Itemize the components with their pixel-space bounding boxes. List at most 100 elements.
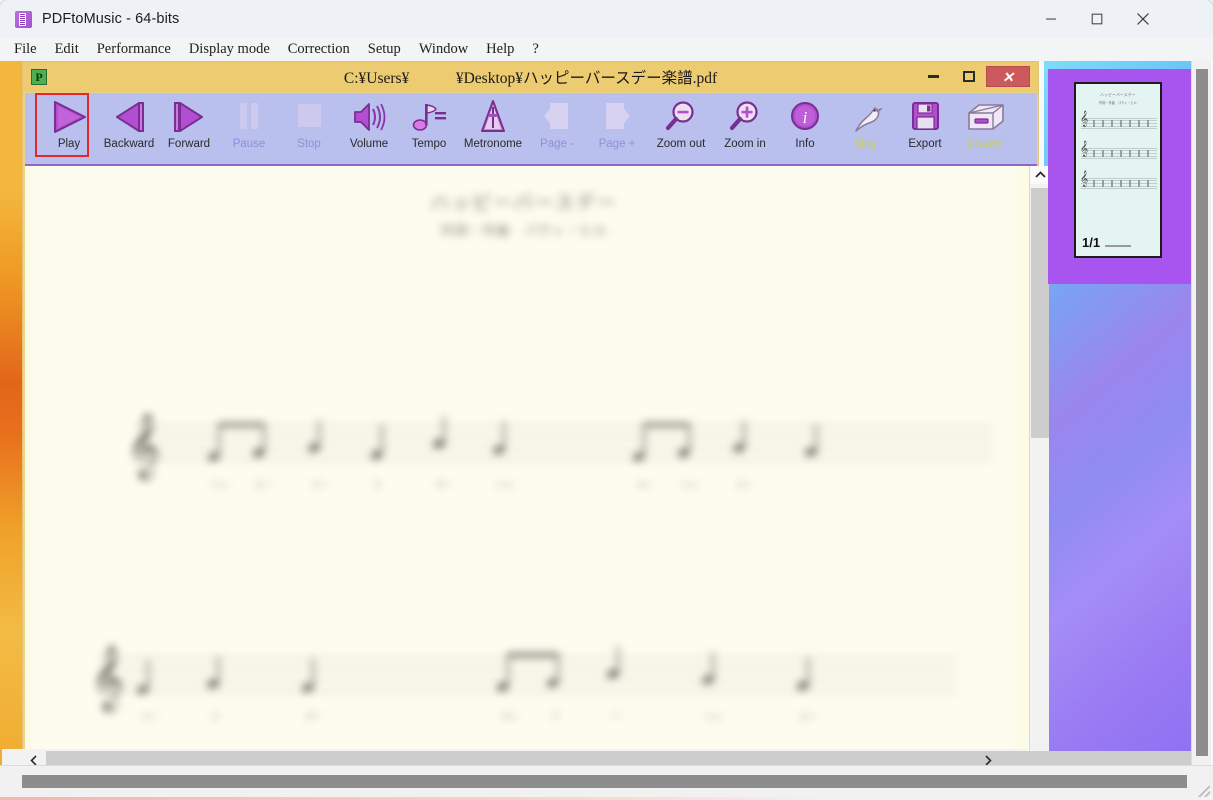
toolbar-label-page-next: Page + xyxy=(598,138,636,150)
menu-file[interactable]: File xyxy=(5,38,46,61)
toolbar-button-page-prev[interactable]: Page - xyxy=(527,95,587,163)
page-prev-icon xyxy=(527,95,587,139)
score-title: ハッピーバースデー xyxy=(430,193,618,214)
app-bottom-scrollbar[interactable] xyxy=(0,765,1213,800)
pdftomusic-main-window: PDFtoMusic - 64-bits File Edit Performan… xyxy=(0,0,1213,790)
zoom-out-icon xyxy=(647,95,715,139)
toolbar-label-sing: Sing xyxy=(853,138,877,150)
score-page: ハッピーバースデー 作詞・作曲 パティ・ヒル 𝄞 ハッ ピー バー ス デー ト… xyxy=(33,166,1015,774)
toolbar-button-drawer[interactable]: Drawer xyxy=(955,95,1015,163)
sing-bird-icon xyxy=(835,95,895,139)
toolbar-button-sing[interactable]: Sing xyxy=(835,95,895,163)
info-icon: i xyxy=(775,95,835,139)
window-minimize-button[interactable] xyxy=(1028,0,1074,38)
toolbar-label-backward: Backward xyxy=(103,138,155,150)
toolbar-label-forward: Forward xyxy=(167,138,211,150)
document-titlebar: P C:¥Users¥ ¥Desktop¥ハッピーバースデー楽譜.pdf ✕ xyxy=(23,62,1038,92)
close-icon: ✕ xyxy=(1002,68,1014,85)
thumbnail-subtitle: 作詞・作曲 パティ・ヒル xyxy=(1098,101,1138,105)
toolbar-label-play: Play xyxy=(57,138,81,150)
app-horizontal-scroll-thumb[interactable] xyxy=(22,775,1187,788)
document-maximize-button[interactable] xyxy=(956,66,982,87)
toolbar-label-zoom-out: Zoom out xyxy=(656,138,706,150)
menu-setup[interactable]: Setup xyxy=(359,38,410,61)
stop-icon xyxy=(279,95,339,139)
window-close-button[interactable] xyxy=(1120,0,1166,38)
menu-performance[interactable]: Performance xyxy=(88,38,180,61)
score-viewport[interactable]: ハッピーバースデー 作詞・作曲 パティ・ヒル 𝄞 ハッ ピー バー ス デー ト… xyxy=(25,166,1037,774)
menu-edit[interactable]: Edit xyxy=(46,38,88,61)
maximize-icon xyxy=(1091,13,1103,25)
play-icon xyxy=(39,95,99,139)
doc-icon-letter: P xyxy=(35,70,43,84)
staff-lines xyxy=(133,426,993,470)
toolbar-button-backward[interactable]: Backward xyxy=(99,95,159,163)
metronome-icon xyxy=(459,95,527,139)
page-thumbnail-panel[interactable]: ハッピーバースデー 作詞・作曲 パティ・ヒル 1/1 xyxy=(1044,61,1191,775)
page-next-icon xyxy=(587,95,647,139)
toolbar-button-tempo[interactable]: Tempo xyxy=(399,95,459,163)
pdftomusic-doc-icon: P xyxy=(31,69,47,85)
chevron-left-icon xyxy=(30,754,37,766)
mdi-client-area: P C:¥Users¥ ¥Desktop¥ハッピーバースデー楽譜.pdf ✕ P… xyxy=(0,61,1213,790)
menu-help[interactable]: Help xyxy=(477,38,523,61)
score-staff: 𝄞 xyxy=(127,416,993,490)
toolbar-label-page-prev: Page - xyxy=(540,138,574,150)
minimize-icon xyxy=(1046,18,1056,20)
toolbar-button-play[interactable]: Play xyxy=(35,93,99,163)
toolbar-button-page-next[interactable]: Page + xyxy=(587,95,647,163)
menubar: File Edit Performance Display mode Corre… xyxy=(0,38,1213,62)
pdf-icon xyxy=(15,10,32,28)
document-title: C:¥Users¥ ¥Desktop¥ハッピーバースデー楽譜.pdf xyxy=(343,70,718,87)
volume-icon xyxy=(339,95,399,139)
staff-lines xyxy=(97,658,957,702)
svg-text:i: i xyxy=(803,108,808,127)
forward-icon xyxy=(159,95,219,139)
menu-question[interactable]: ? xyxy=(523,38,547,61)
window-titlebar: PDFtoMusic - 64-bits xyxy=(0,0,1213,38)
toolbar-label-drawer: Drawer xyxy=(966,138,1004,150)
window-maximize-button[interactable] xyxy=(1074,0,1120,38)
toolbar-button-stop[interactable]: Stop xyxy=(279,95,339,163)
toolbar-label-pause: Pause xyxy=(232,138,266,150)
zoom-in-icon xyxy=(715,95,775,139)
treble-clef-icon: 𝄞 xyxy=(127,413,161,478)
player-toolbar: Play Backward Forward Pause Stop Volume … xyxy=(25,93,1037,166)
menu-correction[interactable]: Correction xyxy=(279,38,359,61)
toolbar-button-metronome[interactable]: Metronome xyxy=(459,95,527,163)
toolbar-button-forward[interactable]: Forward xyxy=(159,95,219,163)
toolbar-label-tempo: Tempo xyxy=(411,138,447,150)
thumbnail-panel-scrollbar[interactable] xyxy=(1191,61,1211,790)
screen: PDFtoMusic - 64-bits File Edit Performan… xyxy=(0,0,1213,800)
treble-clef-icon: 𝄞 xyxy=(91,645,125,710)
minimize-icon xyxy=(927,75,939,78)
tempo-icon xyxy=(399,95,459,139)
chevron-right-icon xyxy=(985,754,992,766)
maximize-icon xyxy=(963,71,975,82)
document-minimize-button[interactable] xyxy=(920,66,946,87)
thumbnail-page-number: 1/1 xyxy=(1082,235,1101,250)
backward-icon xyxy=(99,95,159,139)
window-title: PDFtoMusic - 64-bits xyxy=(42,11,180,27)
thumbnail-staff xyxy=(1080,142,1157,159)
desktop-wallpaper-left xyxy=(0,61,22,775)
export-floppy-icon xyxy=(895,95,955,139)
drawer-icon xyxy=(955,95,1015,139)
page-thumbnail-1[interactable]: ハッピーバースデー 作詞・作曲 パティ・ヒル 1/1 xyxy=(1074,82,1162,258)
toolbar-button-export[interactable]: Export xyxy=(895,95,955,163)
toolbar-button-info[interactable]: i Info xyxy=(775,95,835,163)
toolbar-label-metronome: Metronome xyxy=(463,138,523,150)
document-close-button[interactable]: ✕ xyxy=(986,66,1030,87)
document-window: P C:¥Users¥ ¥Desktop¥ハッピーバースデー楽譜.pdf ✕ P… xyxy=(22,61,1050,775)
thumbnail-title: ハッピーバースデー xyxy=(1100,93,1136,97)
score-staff: 𝄞 xyxy=(91,646,957,722)
toolbar-label-zoom-in: Zoom in xyxy=(724,138,766,150)
toolbar-button-zoom-in[interactable]: Zoom in xyxy=(715,95,775,163)
toolbar-button-pause[interactable]: Pause xyxy=(219,95,279,163)
pause-icon xyxy=(219,95,279,139)
toolbar-button-volume[interactable]: Volume xyxy=(339,95,399,163)
toolbar-button-zoom-out[interactable]: Zoom out xyxy=(647,95,715,163)
menu-display-mode[interactable]: Display mode xyxy=(180,38,279,61)
thumbnail-scroll-thumb[interactable] xyxy=(1196,69,1208,756)
menu-window[interactable]: Window xyxy=(410,38,477,61)
